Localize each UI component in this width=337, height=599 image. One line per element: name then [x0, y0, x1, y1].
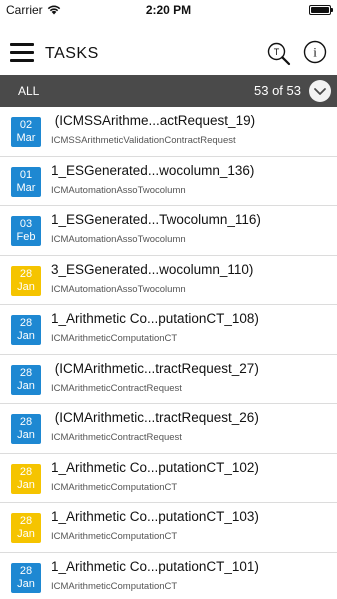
task-subtitle: ICMAutomationAssoTwocolumn	[51, 184, 186, 196]
page-title: TASKS	[45, 45, 99, 62]
date-badge: 28 Jan	[11, 562, 41, 593]
task-row[interactable]: 28 Jan 1_Arithmetic Co...putationCT_101) IC…	[0, 553, 337, 599]
status-bar: Carrier 2:20 PM	[0, 0, 337, 20]
task-title: (ICMArithmetic...tractRequest_27)	[51, 360, 259, 376]
date-month: Jan	[17, 429, 35, 441]
task-row[interactable]: 28 Jan 1_Arithmetic Co...putationCT_108) IC…	[0, 305, 337, 355]
battery-icon	[309, 5, 333, 15]
date-day: 01	[19, 168, 33, 181]
task-subtitle: ICMSSArithmeticValidationContractRequest	[51, 135, 236, 146]
date-month: Mar	[16, 181, 36, 194]
date-badge: 01 Mar	[11, 166, 41, 197]
date-day: 28	[19, 416, 33, 428]
date-month: Mar	[16, 132, 36, 144]
date-day: 28	[19, 267, 33, 280]
task-title: 1_Arithmetic Co...putationCT_103)	[51, 509, 259, 524]
date-day: 28	[19, 515, 33, 527]
date-badge: 28 Jan	[11, 414, 41, 444]
task-count: 53 of 53	[254, 83, 301, 98]
hamburger-icon[interactable]	[10, 43, 34, 63]
filter-label[interactable]: ALL	[18, 84, 39, 98]
task-title: (ICMArithmetic...tractRequest_26)	[51, 410, 259, 425]
task-subtitle: ICMArithmeticComputationCT	[51, 531, 178, 542]
date-badge: 28 Jan	[11, 364, 41, 395]
date-month: Feb	[16, 231, 36, 243]
date-month: Jan	[17, 330, 35, 342]
date-month: Jan	[17, 577, 35, 590]
battery-nub	[331, 8, 333, 12]
task-title: 3_ESGenerated...wocolumn_110)	[51, 261, 254, 277]
task-row[interactable]: 02 Mar (ICMSSArithme...actRequest_19) ICMS…	[0, 107, 337, 157]
date-month: Jan	[17, 528, 35, 540]
date-day: 28	[19, 564, 33, 577]
task-row[interactable]: 01 Mar 1_ESGenerated...wocolumn_136) ICMAut…	[0, 157, 337, 206]
task-list: 02 Mar (ICMSSArithme...actRequest_19) ICMS…	[0, 107, 337, 599]
task-row[interactable]: 28 Jan 1_Arithmetic Co...putationCT_103) IC…	[0, 503, 337, 553]
chevron-down-icon[interactable]	[309, 80, 331, 102]
date-day: 02	[19, 119, 33, 131]
date-day: 28	[19, 465, 33, 478]
task-subtitle: ICMAutomationAssoTwocolumn	[51, 234, 186, 245]
date-month: Jan	[17, 280, 35, 293]
nav-bar: TASKS T i	[0, 34, 337, 74]
date-badge: 28 Jan	[11, 315, 41, 345]
date-day: 03	[19, 218, 33, 230]
date-badge: 03 Feb	[11, 216, 41, 246]
task-subtitle: ICMArithmeticComputationCT	[51, 580, 178, 592]
date-badge: 28 Jan	[11, 265, 41, 296]
info-glyph: i	[313, 45, 317, 60]
task-title: 1_Arithmetic Co...putationCT_108)	[51, 311, 259, 326]
task-title: (ICMSSArithme...actRequest_19)	[51, 113, 256, 128]
task-subtitle: ICMAutomationAssoTwocolumn	[51, 283, 186, 295]
task-subtitle: ICMArithmeticComputationCT	[51, 481, 178, 493]
task-subtitle: ICMArithmeticComputationCT	[51, 333, 178, 344]
battery-fill	[311, 7, 329, 13]
date-day: 28	[19, 317, 33, 329]
date-badge: 28 Jan	[11, 463, 41, 494]
filter-bar: ALL 53 of 53	[0, 75, 337, 107]
date-badge: 02 Mar	[11, 117, 41, 147]
task-title: 1_Arithmetic Co...putationCT_101)	[51, 558, 259, 574]
task-search-icon[interactable]: T	[266, 41, 292, 67]
date-month: Jan	[17, 379, 35, 392]
date-badge: 28 Jan	[11, 513, 41, 543]
date-month: Jan	[17, 478, 35, 491]
task-title: 1_ESGenerated...Twocolumn_116)	[51, 212, 261, 227]
task-title: 1_Arithmetic Co...putationCT_102)	[51, 459, 259, 475]
task-title: 1_ESGenerated...wocolumn_136)	[51, 162, 255, 178]
info-icon[interactable]: i	[303, 40, 327, 64]
task-subtitle: ICMArithmeticContractRequest	[51, 432, 182, 443]
task-row[interactable]: 28 Jan 3_ESGenerated...wocolumn_110) ICMAut…	[0, 256, 337, 305]
status-time: 2:20 PM	[145, 3, 192, 17]
task-subtitle: ICMArithmeticContractRequest	[51, 382, 182, 394]
date-day: 28	[19, 366, 33, 379]
task-search-glyph: T	[274, 47, 280, 57]
task-row[interactable]: 28 Jan (ICMArithmetic...tractRequest_27) I…	[0, 355, 337, 404]
task-row[interactable]: 03 Feb 1_ESGenerated...Twocolumn_116) ICMAu…	[0, 206, 337, 256]
task-row[interactable]: 28 Jan 1_Arithmetic Co...putationCT_102) IC…	[0, 454, 337, 503]
task-row[interactable]: 28 Jan (ICMArithmetic...tractRequest_26) I…	[0, 404, 337, 454]
